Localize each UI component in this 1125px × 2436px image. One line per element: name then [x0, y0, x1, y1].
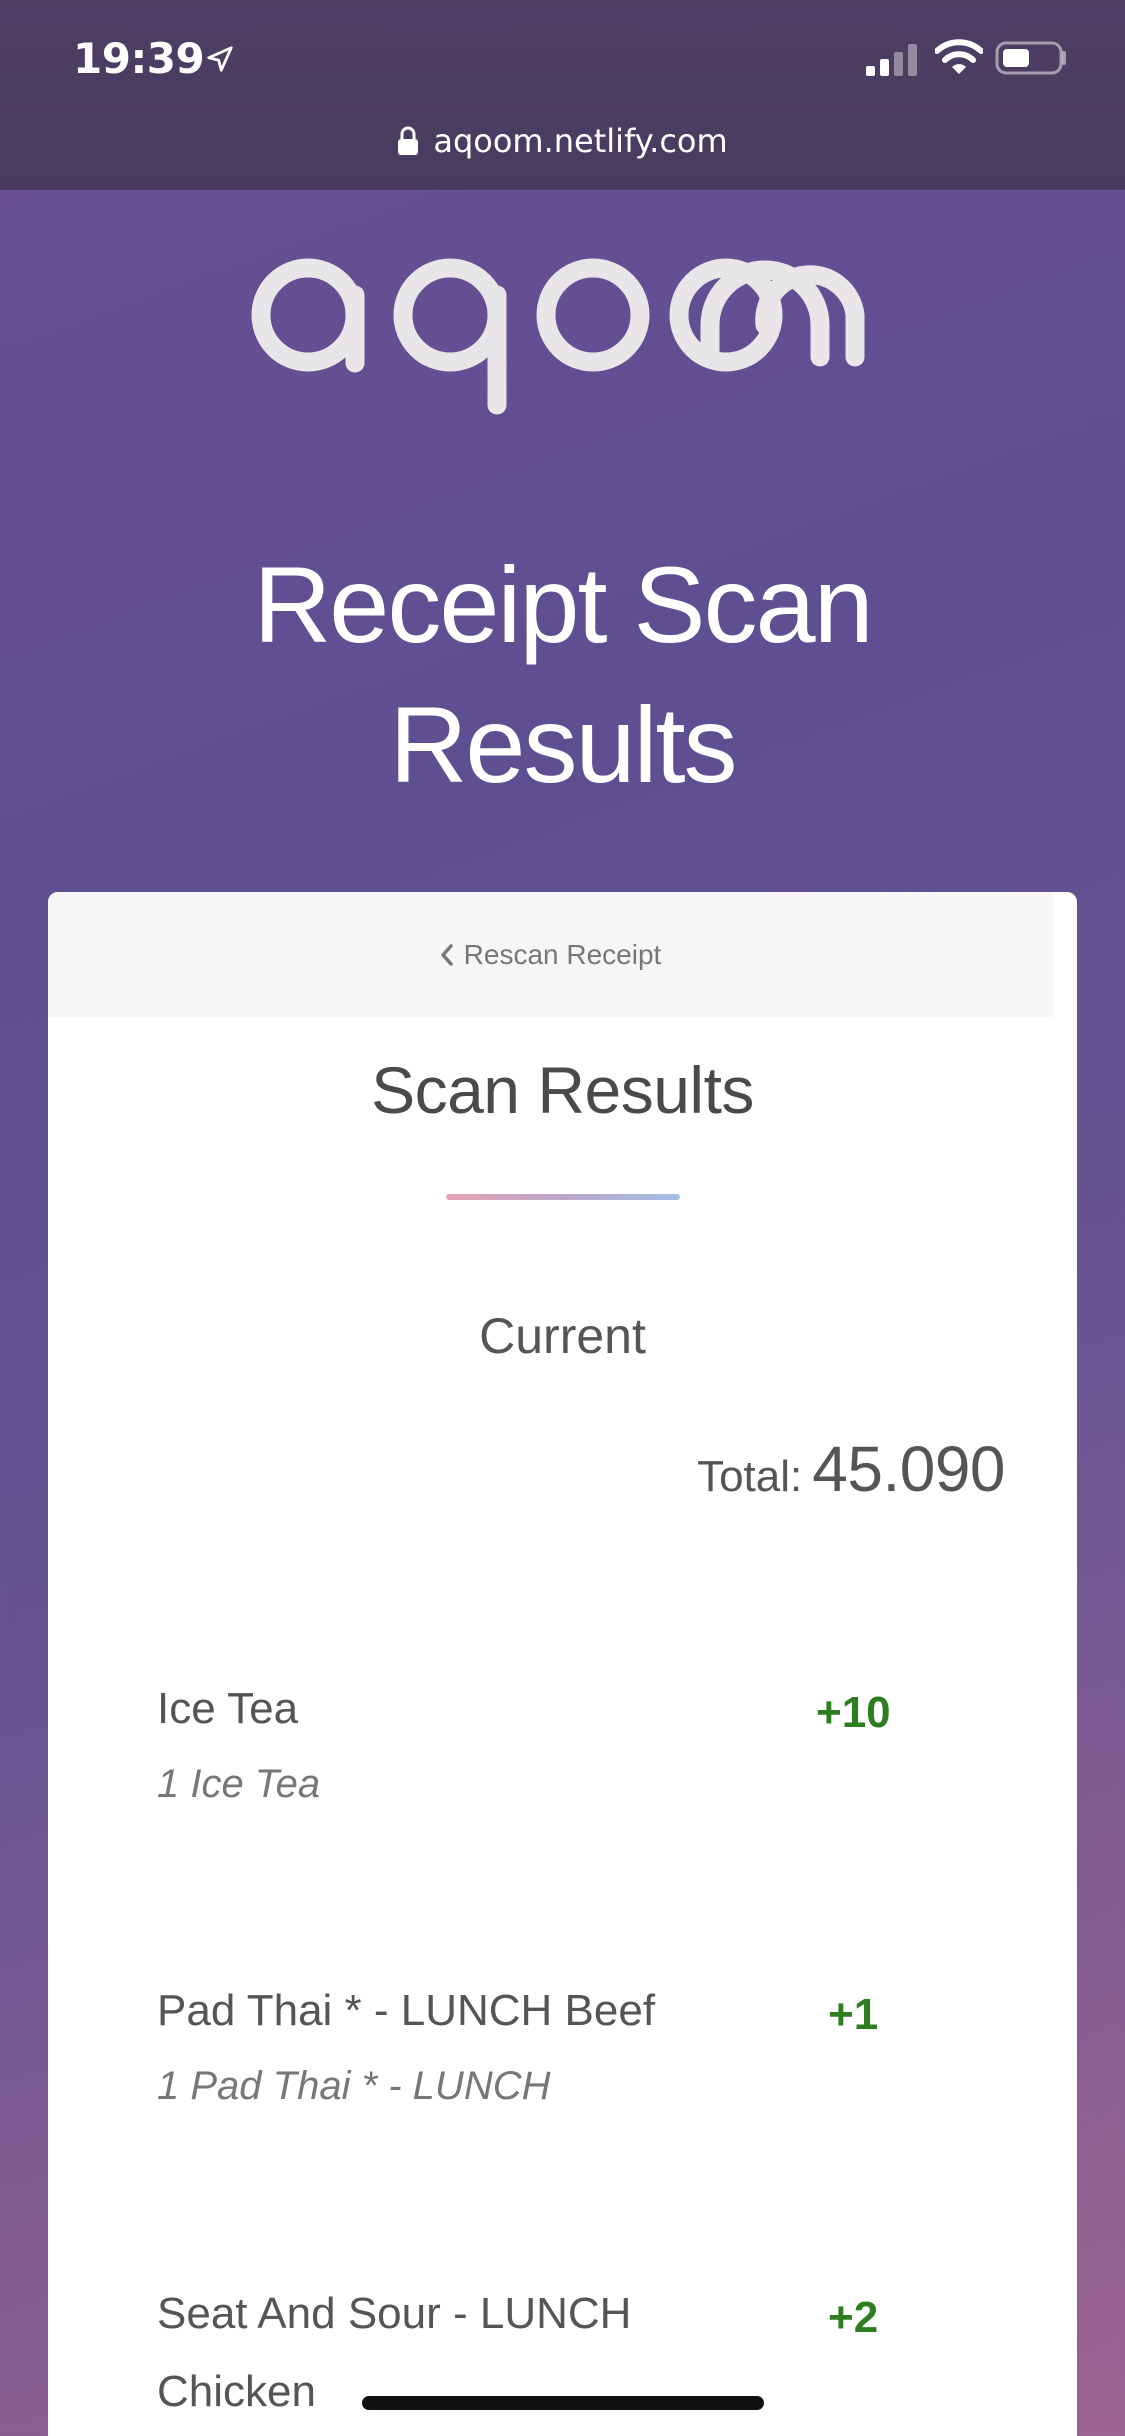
- url-text: aqoom.netlify.com: [433, 122, 728, 160]
- heading-divider: [446, 1194, 680, 1200]
- lock-icon: [398, 126, 419, 155]
- item-points: +2: [828, 2293, 879, 2342]
- browser-chrome: 19:39 aqoom.netlify.com: [0, 0, 1125, 190]
- battery-icon: [995, 41, 1066, 75]
- item-detail: 1 Ice Tea: [157, 1762, 321, 1806]
- total-row: Total: 45.090: [697, 1432, 1005, 1506]
- cellular-signal-icon: [866, 44, 917, 76]
- item-name-line2: Chicken: [157, 2367, 316, 2416]
- home-indicator[interactable]: [362, 2396, 764, 2410]
- chevron-left-icon: [440, 943, 453, 966]
- address-bar[interactable]: aqoom.netlify.com: [0, 118, 1125, 164]
- item-points: +10: [816, 1688, 891, 1737]
- page-title: Receipt Scan Results: [0, 535, 1125, 815]
- total-label: Total:: [697, 1452, 803, 1501]
- location-arrow-icon: [207, 46, 233, 72]
- item-points: +1: [828, 1990, 879, 2039]
- page-title-line2: Results: [389, 684, 737, 805]
- current-label: Current: [479, 1308, 646, 1364]
- rescan-receipt-link[interactable]: Rescan Receipt: [48, 892, 1053, 1017]
- wifi-icon: [935, 39, 983, 74]
- results-card: Rescan Receipt Scan Results Current Tota…: [48, 892, 1077, 2436]
- status-time: 19:39: [73, 34, 205, 83]
- aqoom-logo: [251, 258, 865, 415]
- item-detail: 1 Pad Thai * - LUNCH: [157, 2064, 551, 2108]
- page-title-line1: Receipt Scan: [253, 544, 873, 665]
- scan-results-heading: Scan Results: [371, 1053, 754, 1127]
- total-value: 45.090: [812, 1433, 1005, 1505]
- rescan-receipt-label: Rescan Receipt: [463, 938, 662, 970]
